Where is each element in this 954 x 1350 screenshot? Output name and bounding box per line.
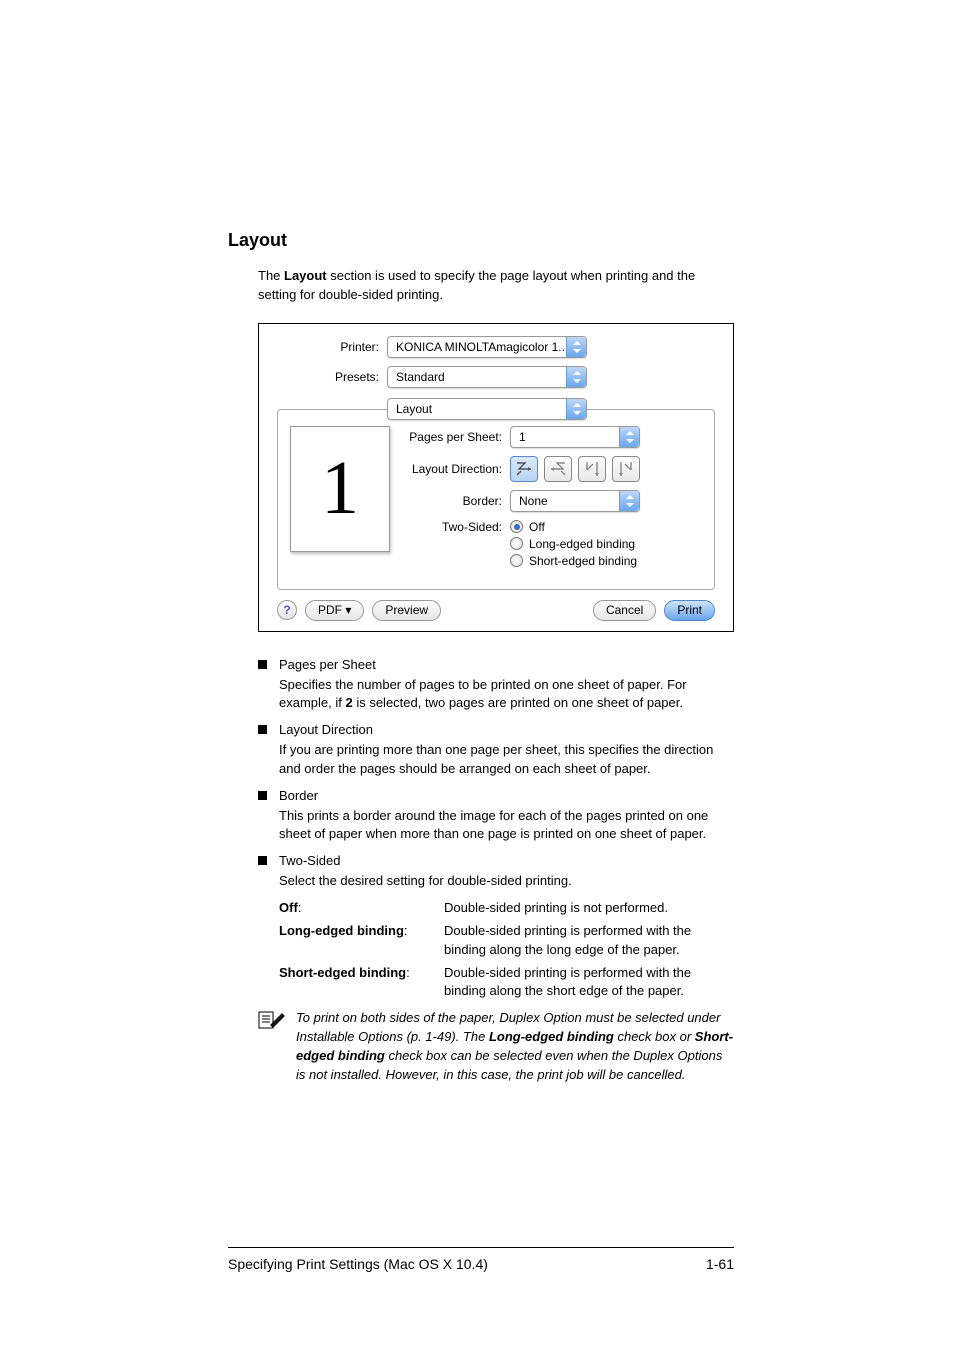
updown-icon — [566, 367, 586, 387]
print-dialog: Printer: KONICA MINOLTAmagicolor 1... Pr… — [258, 323, 734, 632]
updown-icon — [619, 427, 639, 447]
bullet-text: This prints a border around the image fo… — [279, 808, 708, 842]
def-row-short: Short-edged binding: Double-sided printi… — [279, 964, 734, 1002]
bullet-title: Border — [279, 787, 734, 806]
twosided-off-label: Off — [529, 520, 545, 534]
border-row: Border: None — [402, 490, 702, 512]
preview-label: Preview — [385, 603, 428, 617]
section-heading: Layout — [228, 230, 734, 251]
printer-label: Printer: — [277, 340, 387, 354]
note-c: check box or — [614, 1029, 695, 1044]
presets-row: Presets: Standard — [277, 366, 715, 388]
footer-right: 1-61 — [706, 1256, 734, 1272]
def-desc-off: Double-sided printing is not performed. — [444, 899, 734, 918]
bullet-icon — [258, 660, 267, 669]
presets-select-value: Standard — [388, 370, 566, 384]
dialog-footer: ? PDF ▾ Preview Cancel Print — [277, 600, 715, 621]
def-term-short: Short-edged binding — [279, 965, 406, 980]
twosided-long-label: Long-edged binding — [529, 537, 635, 551]
footer-left: Specifying Print Settings (Mac OS X 10.4… — [228, 1256, 488, 1272]
panel-select[interactable]: Layout — [387, 398, 587, 420]
def-desc-short: Double-sided printing is performed with … — [444, 964, 734, 1002]
def-row-long: Long-edged binding: Double-sided printin… — [279, 922, 734, 960]
layout-options: Pages per Sheet: 1 Layout Direction: — [402, 426, 702, 579]
bullet-text: Select the desired setting for double-si… — [279, 873, 572, 888]
cancel-button[interactable]: Cancel — [593, 600, 656, 621]
help-icon: ? — [283, 603, 290, 617]
printer-select-value: KONICA MINOLTAmagicolor 1... — [388, 340, 566, 354]
intro-paragraph: The Layout section is used to specify th… — [258, 267, 734, 305]
twosided-off-option[interactable]: Off — [510, 520, 637, 534]
bullet-title: Pages per Sheet — [279, 656, 734, 675]
direction-n-down-button[interactable] — [578, 456, 606, 482]
presets-label: Presets: — [277, 370, 387, 384]
bullet-icon — [258, 791, 267, 800]
direction-n-down-rtl-button[interactable] — [612, 456, 640, 482]
bullet-title: Layout Direction — [279, 721, 734, 740]
intro-pre: The — [258, 268, 284, 283]
bullet-pages-per-sheet: Pages per Sheet Specifies the number of … — [258, 656, 734, 714]
direction-label: Layout Direction: — [402, 462, 510, 476]
radio-icon — [510, 554, 523, 567]
pdf-label: PDF ▾ — [318, 603, 351, 617]
bullet-text: If you are printing more than one page p… — [279, 742, 713, 776]
pdf-menu-button[interactable]: PDF ▾ — [305, 600, 364, 621]
bullet-two-sided: Two-Sided Select the desired setting for… — [258, 852, 734, 891]
page-preview: 1 — [290, 426, 390, 552]
border-value: None — [511, 494, 619, 508]
twosided-long-option[interactable]: Long-edged binding — [510, 537, 637, 551]
bullet-list: Pages per Sheet Specifies the number of … — [258, 656, 734, 891]
bullet-border: Border This prints a border around the i… — [258, 787, 734, 845]
radio-icon — [510, 520, 523, 533]
bullet-title: Two-Sided — [279, 852, 572, 871]
printer-select[interactable]: KONICA MINOLTAmagicolor 1... — [387, 336, 587, 358]
preview-button[interactable]: Preview — [372, 600, 441, 621]
printer-row: Printer: KONICA MINOLTAmagicolor 1... — [277, 336, 715, 358]
print-button[interactable]: Print — [664, 600, 715, 621]
bullet-text-b: is selected, two pages are printed on on… — [353, 695, 683, 710]
definition-list: Off: Double-sided printing is not perfor… — [279, 899, 734, 1001]
def-term-off: Off — [279, 900, 298, 915]
def-row-off: Off: Double-sided printing is not perfor… — [279, 899, 734, 918]
bullet-layout-direction: Layout Direction If you are printing mor… — [258, 721, 734, 779]
direction-s-rtl-button[interactable] — [544, 456, 572, 482]
direction-z-ltr-button[interactable] — [510, 456, 538, 482]
note-block: To print on both sides of the paper, Dup… — [258, 1009, 734, 1084]
twosided-options: Off Long-edged binding Short-edged bindi… — [510, 520, 637, 571]
help-button[interactable]: ? — [277, 600, 297, 620]
pps-label: Pages per Sheet: — [402, 430, 510, 444]
note-text: To print on both sides of the paper, Dup… — [296, 1009, 734, 1084]
def-term-long: Long-edged binding — [279, 923, 404, 938]
bullet-icon — [258, 725, 267, 734]
updown-icon — [566, 399, 586, 419]
preview-number: 1 — [321, 445, 359, 532]
bullet-text-bold: 2 — [345, 695, 352, 710]
note-b1: Long-edged binding — [489, 1029, 614, 1044]
print-label: Print — [677, 603, 702, 617]
twosided-short-option[interactable]: Short-edged binding — [510, 554, 637, 568]
page-footer: Specifying Print Settings (Mac OS X 10.4… — [228, 1247, 734, 1272]
panel-select-value: Layout — [388, 402, 566, 416]
updown-icon — [566, 337, 586, 357]
def-desc-long: Double-sided printing is performed with … — [444, 922, 734, 960]
twosided-label: Two-Sided: — [402, 520, 510, 534]
note-icon — [258, 1009, 286, 1084]
layout-panel: 1 Pages per Sheet: 1 Layout Direction: — [277, 409, 715, 590]
pps-value: 1 — [511, 430, 619, 444]
direction-row: Layout Direction: — [402, 456, 702, 482]
direction-buttons — [510, 456, 640, 482]
twosided-short-label: Short-edged binding — [529, 554, 637, 568]
radio-icon — [510, 537, 523, 550]
presets-select[interactable]: Standard — [387, 366, 587, 388]
bullet-icon — [258, 856, 267, 865]
intro-bold: Layout — [284, 268, 327, 283]
updown-icon — [619, 491, 639, 511]
pps-row: Pages per Sheet: 1 — [402, 426, 702, 448]
border-select[interactable]: None — [510, 490, 640, 512]
twosided-row: Two-Sided: Off Long-edged binding Sho — [402, 520, 702, 571]
border-label: Border: — [402, 494, 510, 508]
cancel-label: Cancel — [606, 603, 643, 617]
pages-per-sheet-select[interactable]: 1 — [510, 426, 640, 448]
